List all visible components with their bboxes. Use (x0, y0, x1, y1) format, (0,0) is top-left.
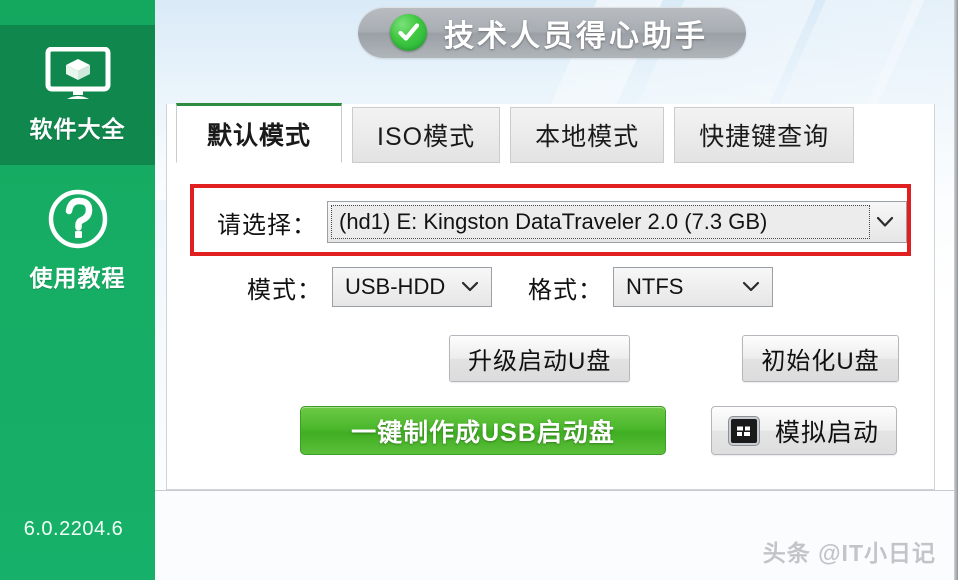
window-right-edge (954, 0, 958, 580)
tab-default-mode[interactable]: 默认模式 (176, 103, 343, 163)
make-usb-boot-disk-label: 一键制作成USB启动盘 (351, 418, 615, 447)
chevron-down-icon[interactable] (870, 213, 900, 231)
make-usb-boot-disk-button[interactable]: 一键制作成USB启动盘 (300, 406, 666, 455)
mode-label: 模式： (247, 276, 322, 304)
device-select-value: (hd1) E: Kingston DataTraveler 2.0 (7.3 … (339, 209, 768, 234)
monitor-package-icon (45, 46, 111, 101)
device-select-dropdown[interactable]: (hd1) E: Kingston DataTraveler 2.0 (7.3 … (327, 201, 907, 243)
tab-label: 本地模式 (535, 123, 640, 151)
device-select-focus-ring: (hd1) E: Kingston DataTraveler 2.0 (7.3 … (331, 205, 870, 239)
page-title: 技术人员得心助手 (444, 19, 708, 53)
device-select-label: 请选择： (217, 211, 317, 239)
mode-dropdown[interactable]: USB-HDD (332, 267, 492, 307)
tab-bar: 默认模式 ISO模式 本地模式 快捷键查询 (176, 103, 864, 163)
tab-label: ISO模式 (377, 123, 476, 151)
format-dropdown[interactable]: NTFS (613, 267, 773, 307)
sidebar-item-software[interactable]: 软件大全 (0, 25, 155, 165)
sidebar: 软件大全 使用教程 6.0.2204.6 (0, 0, 155, 580)
version-label: 6.0.2204.6 (23, 518, 124, 540)
tab-iso-mode[interactable]: ISO模式 (352, 107, 501, 163)
upgrade-usb-button[interactable]: 升级启动U盘 (449, 335, 631, 382)
sidebar-item-label: 使用教程 (29, 264, 126, 291)
format-label: 格式： (528, 276, 603, 304)
question-circle-icon (47, 188, 109, 250)
initialize-usb-button[interactable]: 初始化U盘 (742, 335, 899, 382)
mode-format-row: 模式： USB-HDD 格式： NTFS (247, 267, 773, 307)
initialize-usb-label: 初始化U盘 (761, 348, 880, 375)
primary-actions-row: 一键制作成USB启动盘 模拟启动 (300, 406, 897, 455)
watermark: 头条 @IT小日记 (762, 540, 936, 566)
chevron-down-icon[interactable] (457, 279, 483, 295)
app-window: 软件大全 使用教程 6.0.2204.6 技术人员得心助手 默认模式 ISO模式… (0, 0, 958, 580)
mode-value: USB-HDD (345, 274, 446, 299)
chevron-down-icon[interactable] (738, 279, 764, 295)
sidebar-item-tutorial[interactable]: 使用教程 (0, 170, 155, 310)
tab-local-mode[interactable]: 本地模式 (510, 107, 665, 163)
sidebar-item-label: 软件大全 (29, 115, 126, 142)
format-value: NTFS (626, 274, 684, 299)
virtual-machine-icon (728, 416, 759, 445)
tab-label: 默认模式 (207, 122, 312, 150)
device-select-row: 请选择： (hd1) E: Kingston DataTraveler 2.0 … (217, 201, 907, 243)
secondary-buttons-row: 升级启动U盘 初始化U盘 (449, 335, 899, 382)
header-banner: 技术人员得心助手 (358, 7, 746, 58)
tab-shortcut-query[interactable]: 快捷键查询 (674, 107, 855, 163)
upgrade-usb-label: 升级启动U盘 (468, 348, 612, 375)
simulate-boot-button[interactable]: 模拟启动 (711, 406, 897, 455)
simulate-boot-label: 模拟启动 (774, 418, 879, 447)
tab-label: 快捷键查询 (699, 123, 830, 151)
green-check-circle-icon (390, 14, 427, 51)
